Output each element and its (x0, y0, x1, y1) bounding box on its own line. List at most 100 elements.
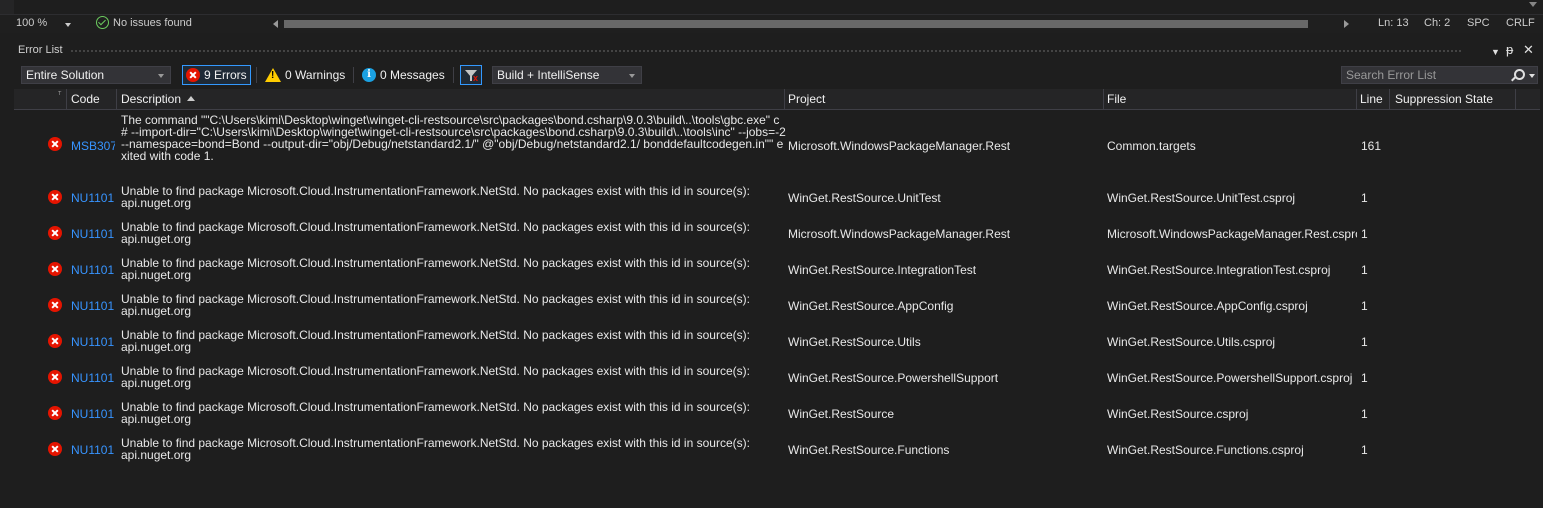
messages-count: 0 Messages (380, 68, 445, 82)
error-code-link[interactable]: NU1101 (71, 371, 115, 385)
horizontal-scrollbar-thumb[interactable] (284, 20, 1308, 28)
error-code-link[interactable]: NU1101 (71, 227, 115, 241)
zoom-level[interactable]: 100 % (16, 17, 47, 29)
error-description: Unable to find package Microsoft.Cloud.I… (121, 256, 750, 282)
error-code-link[interactable]: NU1101 (71, 191, 115, 205)
error-code-link[interactable]: NU1101 (71, 443, 115, 457)
column-header-line[interactable]: Line (1360, 92, 1383, 106)
pin-icon[interactable]: ᵽ (1506, 43, 1513, 57)
filter-toggle-button[interactable]: x (460, 65, 482, 85)
error-row[interactable]: NU1101 Unable to find package Microsoft.… (14, 248, 1540, 284)
line-indicator[interactable]: Ln: 13 (1378, 17, 1409, 29)
column-header-code[interactable]: Code (71, 92, 100, 106)
error-description: The command ""C:\Users\kimi\Desktop\wing… (121, 114, 786, 163)
error-row[interactable]: NU1101 Unable to find package Microsoft.… (14, 176, 1540, 212)
warnings-filter-button[interactable]: ! 0 Warnings (262, 65, 348, 85)
error-line: 1 (1361, 191, 1368, 205)
search-options-icon[interactable] (1529, 74, 1535, 78)
grid-header: ᵀ Code Description Project File Line Sup… (14, 89, 1540, 110)
error-row[interactable]: NU1101 Unable to find package Microsoft.… (14, 284, 1540, 320)
error-icon (48, 406, 62, 420)
column-separator[interactable] (116, 89, 117, 109)
column-separator[interactable] (1515, 89, 1516, 109)
error-row[interactable]: NU1101 Unable to find package Microsoft.… (14, 356, 1540, 392)
scope-value: Entire Solution (26, 68, 105, 82)
error-row[interactable]: NU1101 Unable to find package Microsoft.… (14, 320, 1540, 356)
error-project: WinGet.RestSource.AppConfig (788, 299, 954, 313)
column-separator[interactable] (66, 89, 67, 109)
search-icon[interactable] (1514, 69, 1525, 80)
check-circle-icon (96, 16, 109, 29)
column-separator[interactable] (1356, 89, 1357, 109)
error-line: 1 (1361, 299, 1368, 313)
toolbar-separator (256, 67, 257, 83)
column-header-file[interactable]: File (1107, 92, 1126, 106)
error-line: 1 (1361, 407, 1368, 421)
error-icon (48, 137, 62, 151)
error-description: Unable to find package Microsoft.Cloud.I… (121, 436, 750, 462)
zoom-dropdown-icon[interactable] (65, 23, 71, 27)
error-circle-icon (48, 190, 62, 204)
error-line: 1 (1361, 335, 1368, 349)
error-project: Microsoft.WindowsPackageManager.Rest (788, 227, 1011, 241)
warnings-count: 0 Warnings (285, 68, 346, 82)
filter-icon-stem (470, 76, 472, 81)
error-file: WinGet.RestSource.csproj (1107, 407, 1249, 421)
error-project: WinGet.RestSource.UnitTest (788, 191, 941, 205)
error-row[interactable]: NU1101 Unable to find package Microsoft.… (14, 392, 1540, 428)
errors-filter-button[interactable]: 9 Errors (182, 65, 251, 85)
error-file: Common.targets (1107, 139, 1196, 153)
column-header-project[interactable]: Project (788, 92, 825, 106)
title-grip (70, 49, 1463, 53)
search-placeholder: Search Error List (1346, 68, 1437, 82)
close-icon[interactable]: ✕ (1523, 43, 1534, 57)
error-row[interactable]: MSB3073 The command ""C:\Users\kimi\Desk… (14, 112, 1540, 175)
error-description: Unable to find package Microsoft.Cloud.I… (121, 220, 750, 246)
error-icon (186, 68, 200, 82)
error-project: WinGet.RestSource.Utils (788, 335, 921, 349)
error-line: 1 (1361, 443, 1368, 457)
error-line: 161 (1361, 139, 1382, 153)
chevron-down-icon (629, 74, 635, 78)
scroll-down-arrow-icon[interactable] (1529, 2, 1537, 7)
messages-filter-button[interactable]: i 0 Messages (359, 65, 448, 85)
editor-status-row: 100 % No issues found Ln: 13 Ch: 2 SPC C… (0, 14, 1543, 33)
scroll-left-arrow-icon[interactable] (273, 20, 278, 28)
whitespace-indicator[interactable]: SPC (1467, 17, 1490, 29)
column-separator[interactable] (1389, 89, 1390, 109)
scroll-right-arrow-icon[interactable] (1344, 20, 1349, 28)
clear-filter-icon: x (473, 73, 479, 83)
error-icon (48, 298, 62, 312)
error-project: WinGet.RestSource.PowershellSupport (788, 371, 999, 385)
error-file: WinGet.RestSource.PowershellSupport.cspr… (1107, 371, 1353, 385)
build-source-dropdown[interactable]: Build + IntelliSense (492, 66, 642, 84)
error-list-grid: ᵀ Code Description Project File Line Sup… (14, 89, 1540, 508)
health-indicator[interactable]: No issues found (96, 16, 192, 29)
error-row[interactable]: NU1101 Unable to find package Microsoft.… (14, 428, 1540, 464)
error-description: Unable to find package Microsoft.Cloud.I… (121, 364, 750, 390)
column-options-icon[interactable]: ᵀ (58, 90, 61, 99)
error-file: WinGet.RestSource.AppConfig.csproj (1107, 299, 1308, 313)
error-code-link[interactable]: NU1101 (71, 299, 115, 313)
column-header-suppression-state[interactable]: Suppression State (1395, 92, 1493, 106)
error-code-link[interactable]: MSB3073 (71, 139, 115, 153)
window-position-menu-icon[interactable]: ▼ (1491, 45, 1500, 59)
error-file: WinGet.RestSource.Utils.csproj (1107, 335, 1276, 349)
error-code-link[interactable]: NU1101 (71, 407, 115, 421)
error-code-link[interactable]: NU1101 (71, 263, 115, 277)
char-indicator[interactable]: Ch: 2 (1424, 17, 1450, 29)
column-header-description[interactable]: Description (121, 92, 196, 106)
error-row[interactable]: NU1101 Unable to find package Microsoft.… (14, 212, 1540, 248)
error-icon (48, 334, 62, 348)
search-error-list-input[interactable]: Search Error List (1341, 66, 1538, 84)
scope-dropdown[interactable]: Entire Solution (21, 66, 171, 84)
error-code-link[interactable]: NU1101 (71, 335, 115, 349)
error-circle-icon (48, 334, 62, 348)
error-description: Unable to find package Microsoft.Cloud.I… (121, 400, 750, 426)
error-icon (48, 370, 62, 384)
eol-indicator[interactable]: CRLF (1506, 17, 1535, 29)
column-separator[interactable] (1103, 89, 1104, 109)
error-file: WinGet.RestSource.Functions.csproj (1107, 443, 1304, 457)
editor-margin (0, 0, 14, 14)
column-separator[interactable] (784, 89, 785, 109)
